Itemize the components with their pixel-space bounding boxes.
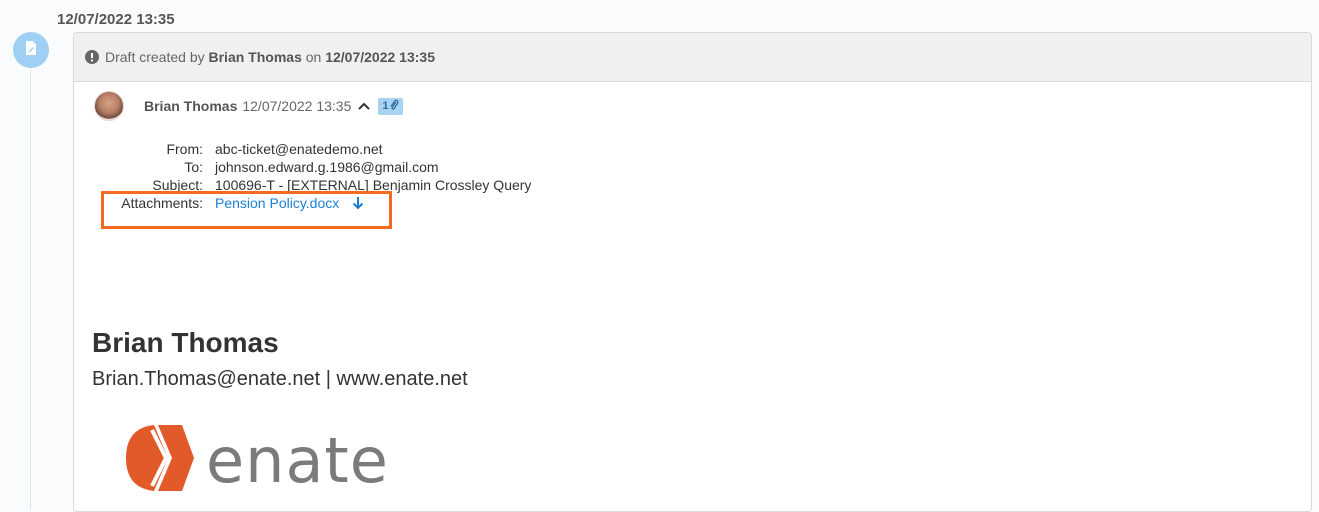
header-datetime: 12/07/2022 13:35	[325, 49, 435, 65]
avatar	[94, 91, 124, 121]
timeline-line	[30, 50, 31, 510]
to-value: johnson.edward.g.1986@gmail.com	[215, 159, 439, 175]
paperclip-icon	[389, 99, 399, 114]
attachment-count-badge[interactable]: 1	[378, 97, 404, 115]
from-value: abc-ticket@enatedemo.net	[215, 141, 383, 157]
signature-name: Brian Thomas	[92, 327, 279, 358]
signature-contact: Brian.Thomas@enate.net | www.enate.net	[92, 368, 468, 390]
attachment-count: 1	[382, 100, 389, 112]
header-prefix: Draft created by	[105, 49, 205, 65]
sender-row: Brian Thomas 12/07/2022 13:35 1	[94, 89, 404, 123]
collapse-chevron-icon[interactable]	[357, 101, 371, 111]
card-header: Draft created by Brian Thomas on 12/07/2…	[74, 33, 1311, 82]
timeline-node	[13, 32, 49, 68]
header-author: Brian Thomas	[208, 49, 302, 65]
attachment-highlight-box	[101, 191, 392, 229]
enate-logo-text: enate	[206, 423, 389, 497]
header-on: on	[305, 49, 322, 65]
to-label: To:	[184, 159, 203, 175]
from-label: From:	[166, 141, 203, 157]
draft-document-icon	[24, 40, 38, 61]
enate-logo: enate	[124, 422, 389, 499]
timeline-timestamp: 12/07/2022 13:35	[57, 11, 175, 28]
sender-date: 12/07/2022 13:35	[242, 98, 352, 114]
info-icon	[85, 50, 99, 64]
enate-logo-mark-icon	[124, 422, 194, 499]
sender-name: Brian Thomas	[144, 98, 238, 114]
